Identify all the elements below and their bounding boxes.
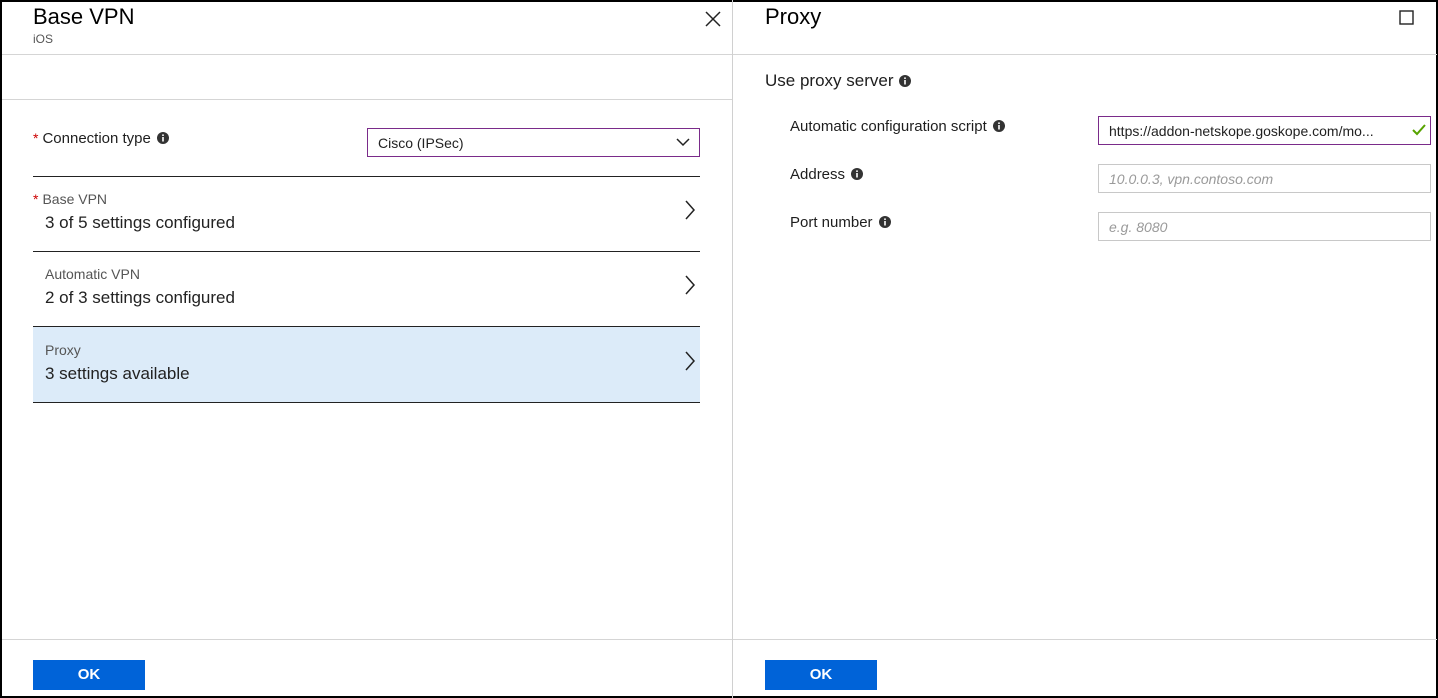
- nav-item-title: Proxy: [45, 342, 81, 358]
- nav-item-title: Automatic VPN: [45, 266, 140, 282]
- nav-item-automatic-vpn[interactable]: Automatic VPN 2 of 3 settings configured: [33, 252, 700, 326]
- connection-type-dropdown[interactable]: Cisco (IPSec): [367, 128, 700, 157]
- nav-item-status: 3 settings available: [45, 364, 190, 383]
- header-divider: [2, 54, 732, 55]
- maximize-icon: [1399, 10, 1414, 25]
- divider: [33, 402, 700, 403]
- use-proxy-label: Use proxy server: [765, 71, 912, 92]
- connection-type-text: Connection type: [42, 130, 151, 147]
- chevron-down-icon: [676, 138, 690, 147]
- port-number-input[interactable]: e.g. 8080: [1098, 212, 1431, 241]
- blade-title: Proxy: [765, 4, 822, 29]
- check-icon: [1412, 124, 1426, 136]
- nav-item-status: 3 of 5 settings configured: [45, 213, 235, 232]
- info-icon[interactable]: [156, 131, 169, 148]
- toolbar-divider: [2, 99, 732, 100]
- connection-type-value: Cisco (IPSec): [378, 135, 464, 151]
- chevron-right-icon: [685, 200, 696, 220]
- use-proxy-text: Use proxy server: [765, 71, 894, 90]
- chevron-right-icon: [685, 351, 696, 371]
- info-icon[interactable]: [851, 167, 864, 184]
- ok-button[interactable]: OK: [33, 660, 145, 690]
- address-input[interactable]: 10.0.0.3, vpn.contoso.com: [1098, 164, 1431, 193]
- auto-config-script-value: https://addon-netskope.goskope.com/mo...: [1109, 123, 1374, 139]
- nav-item-proxy[interactable]: Proxy 3 settings available: [33, 327, 700, 402]
- field-label-text: Port number: [790, 214, 873, 231]
- port-label: Port number: [790, 214, 891, 232]
- header-divider: [733, 54, 1437, 55]
- connection-type-label: * Connection type: [33, 130, 169, 148]
- field-label-text: Address: [790, 166, 846, 183]
- field-label-text: Automatic configuration script: [790, 118, 987, 135]
- auto-config-script-input[interactable]: https://addon-netskope.goskope.com/mo...: [1098, 116, 1431, 145]
- port-placeholder: e.g. 8080: [1109, 219, 1168, 235]
- auto-config-label: Automatic configuration script: [790, 118, 1005, 136]
- info-icon[interactable]: [992, 119, 1005, 136]
- info-icon[interactable]: [899, 72, 912, 92]
- info-icon[interactable]: [878, 215, 891, 232]
- nav-item-title: Base VPN: [42, 191, 108, 207]
- base-vpn-blade: Base VPN iOS * Connection type Cisco (IPS…: [0, 0, 732, 698]
- blade-title: Base VPN: [33, 4, 135, 29]
- ok-button[interactable]: OK: [765, 660, 877, 690]
- close-icon: [705, 11, 721, 27]
- nav-item-base-vpn[interactable]: * Base VPN 3 of 5 settings configured: [33, 177, 700, 251]
- footer-divider: [733, 639, 1437, 640]
- address-label: Address: [790, 166, 864, 184]
- nav-item-status: 2 of 3 settings configured: [45, 288, 235, 307]
- blade-subtitle: iOS: [33, 32, 54, 46]
- required-marker: *: [33, 191, 39, 207]
- nav-item-label: * Base VPN: [33, 191, 107, 207]
- chevron-right-icon: [685, 275, 696, 295]
- maximize-button[interactable]: [1399, 10, 1415, 26]
- address-placeholder: 10.0.0.3, vpn.contoso.com: [1109, 171, 1274, 187]
- footer-divider: [2, 639, 732, 640]
- close-button[interactable]: [702, 8, 724, 30]
- proxy-blade: Proxy Use proxy server Automatic configu…: [732, 0, 1438, 698]
- required-marker: *: [33, 130, 39, 146]
